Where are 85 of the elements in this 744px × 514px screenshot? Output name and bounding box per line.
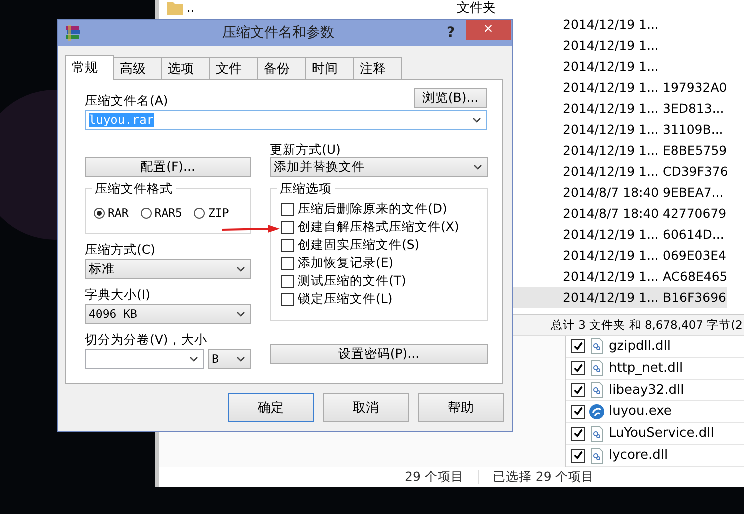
modified-date: 2014/12/19 1... [563,269,660,284]
option-checkbox[interactable]: 创建自解压格式压缩文件(X) [281,220,479,235]
unit-dropdown[interactable]: B [208,349,251,369]
password-button[interactable]: 设置密码(P)... [270,344,488,364]
app-globe-icon [589,404,605,420]
window-title: 压缩文件名和参数 [222,24,336,42]
close-button[interactable]: × [466,20,511,40]
volume-size-field[interactable] [85,349,204,369]
tab[interactable]: 注释 [353,57,402,79]
file-name: libeay32.dll [609,382,684,398]
folder-icon [167,1,183,15]
help-button[interactable]: ? [436,25,466,41]
dll-file-icon [589,338,605,354]
dll-file-icon [589,360,605,376]
file-name: luyou.exe [609,404,672,420]
crc-value: 197932A0 [663,80,728,95]
file-name: LuYouService.dll [609,426,714,442]
modified-date: 2014/12/19 1... [563,227,660,242]
dialog-button[interactable]: 取消 [323,393,409,422]
group-title: 压缩选项 [277,181,335,196]
modified-date: 2014/12/19 1... [563,143,660,158]
crc-value: B16F3696 [663,290,728,305]
chevron-down-icon [237,356,245,362]
modified-date: 2014/12/19 1... [563,290,660,305]
modified-date: 2014/8/7 18:40 [563,206,660,221]
chevron-down-icon [190,356,198,362]
selection-count: 已选择 29 个项目 [492,468,595,486]
field-label: 压缩方式(C) [85,242,156,257]
file-name: http_net.dll [609,360,684,376]
option-checkbox[interactable]: 锁定压缩文件(L) [281,292,479,307]
update-mode-dropdown[interactable]: 添加并替换文件 [270,157,488,177]
file-name: lycore.dll [609,448,668,464]
crc-value: CD39F376 [663,164,730,179]
crc-value: 31109B... [663,122,724,137]
file-checkbox[interactable] [571,339,585,354]
books-icon [65,25,81,41]
file-checkbox[interactable] [571,383,585,398]
file-checkbox[interactable] [571,426,585,441]
browse-button[interactable]: 浏览(B)... [414,88,487,108]
file-checkbox[interactable] [571,448,585,463]
dictionary-dropdown[interactable]: 4096 KB [85,304,251,324]
crc-value: 42770679 [663,206,728,221]
format-radio[interactable]: RAR5 [140,206,182,220]
file-name: gzipdll.dll [609,338,672,354]
crc-value: 60614D... [663,227,726,242]
format-radio[interactable]: RAR [94,206,129,220]
modified-date: 2014/12/19 1... [563,38,660,53]
option-checkbox[interactable]: 压缩后删除原来的文件(D) [281,202,479,217]
file-checkbox[interactable] [571,361,585,376]
item-count: 29 个项目 [405,468,464,486]
crc-value: E8BE5759 [663,143,728,158]
crc-value: 069E03E4 [663,248,728,263]
field-label: 压缩文件名(A) [85,93,168,108]
crc-value: AC68E465 [663,269,729,284]
dll-file-icon [589,426,605,442]
chevron-down-icon [473,118,481,122]
option-checkbox[interactable]: 添加恢复记录(E) [281,256,479,271]
file-type: 文件夹 [457,0,496,17]
modified-date: 2014/12/19 1... [563,248,660,263]
dialog-button[interactable]: 确定 [228,393,314,422]
modified-date: 2014/12/19 1... [563,80,660,95]
field-label: 字典大小(I) [85,287,152,302]
dll-file-icon [589,448,605,464]
option-checkbox[interactable]: 创建固实压缩文件(S) [281,238,479,253]
format-radio[interactable]: ZIP [194,206,230,220]
modified-date: 2014/12/19 1... [563,122,660,137]
file-name: .. [186,1,196,15]
group-title: 压缩文件格式 [92,181,176,196]
file-checkbox[interactable] [571,404,585,419]
modified-date: 2014/8/7 18:40 [563,185,660,200]
crc-value: 3ED813... [663,101,726,116]
method-dropdown[interactable]: 标准 [85,259,251,279]
modified-date: 2014/12/19 1... [563,164,660,179]
chevron-down-icon [237,266,245,272]
chevron-down-icon [474,164,482,170]
modified-date: 2014/12/19 1... [563,101,660,116]
annotation-arrow [222,224,282,234]
profiles-button[interactable]: 配置(F)... [85,157,251,177]
dll-file-icon [589,382,605,398]
dialog-button[interactable]: 帮助 [418,393,504,422]
option-checkbox[interactable]: 测试压缩的文件(T) [281,274,479,289]
chevron-down-icon [237,312,245,316]
tab[interactable]: 常规 [65,55,114,80]
crc-value: 9EBEA7... [663,185,725,200]
field-label: 更新方式(U) [270,142,342,157]
